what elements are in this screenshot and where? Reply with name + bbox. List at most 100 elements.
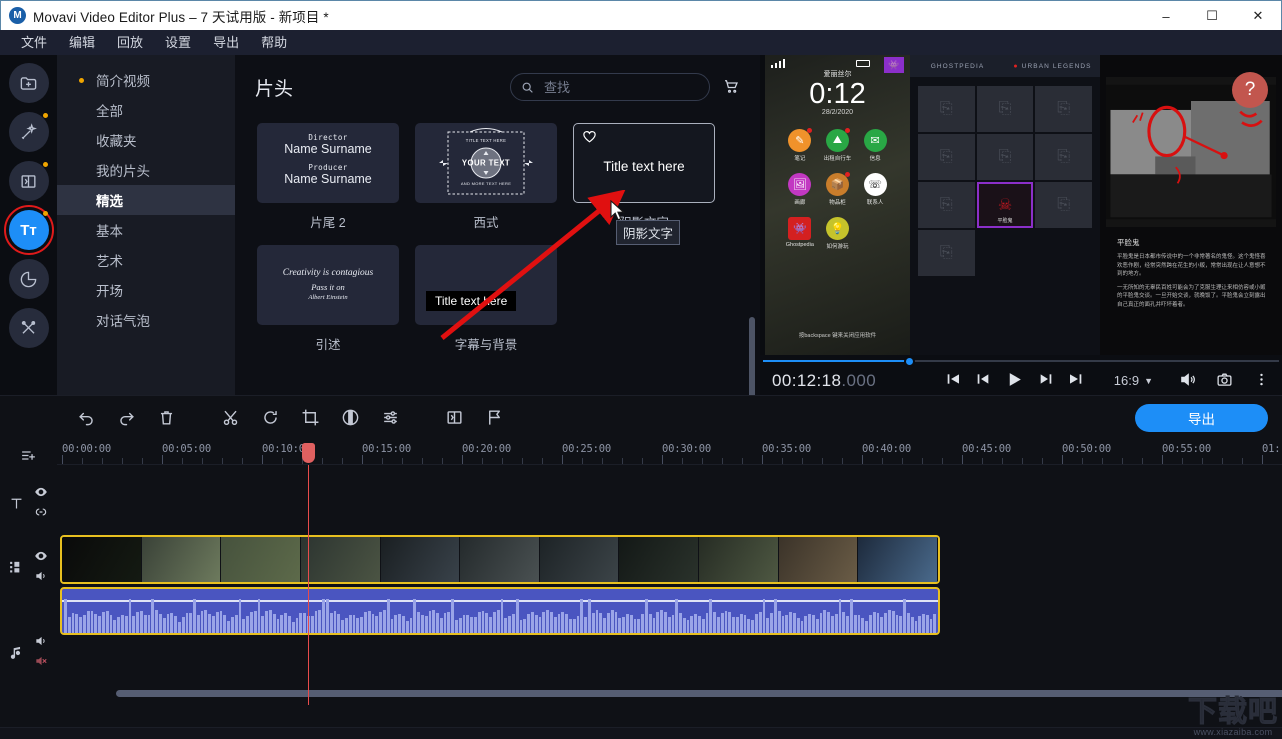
effects-button[interactable]	[8, 112, 49, 152]
clip-group[interactable]	[60, 535, 940, 635]
waveform-bar	[846, 616, 849, 633]
favorite-heart-icon[interactable]	[582, 130, 597, 146]
maximize-button[interactable]: ☐	[1189, 1, 1235, 31]
stickers-button[interactable]	[8, 259, 49, 299]
category-featured[interactable]: 精选	[57, 185, 235, 215]
skip-start-icon[interactable]	[945, 371, 961, 390]
speaker-icon[interactable]	[34, 634, 48, 651]
audio-clip[interactable]	[60, 587, 940, 635]
step-forward-icon[interactable]	[1038, 371, 1054, 390]
category-my-titles[interactable]: 我的片头	[57, 155, 235, 185]
preview-seek-bar[interactable]	[760, 355, 1282, 367]
playhead-handle[interactable]	[302, 443, 315, 463]
template-thumbnail[interactable]: TITLE TEXT HERE YOUR TEXT AND MORE TEXT …	[415, 123, 557, 203]
menu-help[interactable]: 帮助	[250, 30, 298, 55]
waveform-bar	[212, 616, 215, 633]
timeline-body[interactable]: 00:00:00 00:05:00 00:10:00 00:15:00 00:2…	[57, 439, 1282, 727]
search-box[interactable]	[510, 73, 710, 101]
shopping-cart-icon[interactable]	[722, 77, 740, 98]
menu-settings[interactable]: 设置	[154, 30, 202, 55]
template-thumbnail[interactable]: Title text here	[573, 123, 715, 203]
clip-marker-right[interactable]	[937, 589, 938, 592]
import-media-button[interactable]	[8, 63, 49, 103]
category-artistic[interactable]: 艺术	[57, 245, 235, 275]
menu-export[interactable]: 导出	[202, 30, 250, 55]
category-favorites[interactable]: 收藏夹	[57, 125, 235, 155]
category-intro-videos[interactable]: 简介视频	[57, 65, 235, 95]
template-card-lower-third[interactable]: Title text here 字幕与背景	[415, 245, 557, 353]
transitions-button[interactable]	[8, 161, 49, 201]
video-clip[interactable]	[60, 535, 940, 584]
video-canvas[interactable]: 👾 爱丽丝尔 0:12 28/2/2020 ✎ 笔记 ⛰ 出租自行车 ✉ 信息	[760, 55, 1282, 355]
add-track-icon[interactable]	[20, 447, 37, 464]
template-thumbnail[interactable]: Director Name Surname Producer Name Surn…	[257, 123, 399, 203]
template-thumbnail[interactable]: Title text here	[415, 245, 557, 325]
cut-button[interactable]	[210, 398, 250, 438]
app-icon: 📦	[825, 172, 850, 197]
waveform-bar	[193, 599, 196, 633]
app-logo-icon: M	[9, 7, 26, 24]
phone-app: ☏ 联系人	[856, 173, 894, 206]
rotate-button[interactable]	[250, 398, 290, 438]
skip-end-icon[interactable]	[1068, 371, 1084, 390]
snapshot-camera-icon[interactable]	[1216, 371, 1233, 391]
phone-app: ✉ 信息	[856, 129, 894, 162]
seek-handle[interactable]	[904, 356, 915, 367]
speaker-icon[interactable]	[34, 569, 48, 586]
menu-playback[interactable]: 回放	[106, 30, 154, 55]
category-opening[interactable]: 开场	[57, 275, 235, 305]
waveform-bar	[291, 621, 295, 633]
menu-file[interactable]: 文件	[10, 30, 58, 55]
template-thumbnail[interactable]: Creativity is contagious Pass it on Albe…	[257, 245, 399, 325]
timeline-ruler[interactable]: 00:00:00 00:05:00 00:10:00 00:15:00 00:2…	[57, 439, 1282, 465]
waveform-bar	[637, 619, 641, 633]
waveform-bar	[500, 599, 504, 633]
titles-button[interactable]: Tт	[3, 205, 54, 255]
minimize-button[interactable]: –	[1143, 1, 1189, 31]
clip-frame	[300, 537, 381, 582]
clip-marker-left[interactable]	[62, 589, 63, 592]
speaker-muted-icon[interactable]	[34, 654, 48, 671]
export-button[interactable]: 导出	[1135, 403, 1268, 432]
step-back-icon[interactable]	[975, 371, 991, 390]
app-label: 物品柜	[829, 200, 846, 207]
timeline-horizontal-scrollbar[interactable]	[116, 690, 1282, 697]
volume-icon[interactable]	[1179, 371, 1196, 391]
category-label: 开场	[96, 284, 123, 299]
crop-button[interactable]	[290, 398, 330, 438]
link-icon[interactable]	[34, 505, 48, 522]
eye-icon[interactable]	[34, 549, 48, 566]
waveform-bar	[755, 614, 758, 633]
template-card-quote[interactable]: Creativity is contagious Pass it on Albe…	[257, 245, 399, 353]
app-icon: 💡	[825, 217, 849, 241]
tools-button[interactable]	[8, 308, 49, 348]
category-speech-bubbles[interactable]: 对话气泡	[57, 305, 235, 335]
credits-role: Director	[308, 133, 348, 142]
search-input[interactable]	[544, 79, 699, 95]
browser-scrollbar[interactable]	[749, 317, 755, 395]
ruler-tick	[62, 455, 63, 464]
waveform-bar	[117, 616, 120, 633]
category-basic[interactable]: 基本	[57, 215, 235, 245]
waveform-bar	[382, 610, 386, 633]
template-card-shadow-text[interactable]: Title text here 阴影文字	[573, 123, 715, 231]
template-card-western[interactable]: TITLE TEXT HERE YOUR TEXT AND MORE TEXT …	[415, 123, 557, 231]
color-adjust-button[interactable]	[330, 398, 370, 438]
ruler-tick	[562, 455, 563, 464]
delete-button[interactable]	[146, 398, 186, 438]
play-icon[interactable]	[1005, 370, 1024, 392]
more-options-icon[interactable]	[1253, 371, 1270, 391]
eye-icon[interactable]	[34, 485, 48, 502]
aspect-ratio-selector[interactable]: 16:9 ▼	[1114, 373, 1153, 388]
template-card-credits[interactable]: Director Name Surname Producer Name Surn…	[257, 123, 399, 231]
transition-wizard-button[interactable]	[434, 398, 474, 438]
redo-button[interactable]	[106, 398, 146, 438]
waveform-bar	[789, 612, 792, 633]
category-all[interactable]: 全部	[57, 95, 235, 125]
marker-button[interactable]	[474, 398, 514, 438]
properties-button[interactable]	[370, 398, 410, 438]
undo-button[interactable]	[66, 398, 106, 438]
ruler-tick	[882, 458, 883, 464]
menu-edit[interactable]: 编辑	[58, 30, 106, 55]
close-button[interactable]: ✕	[1235, 1, 1281, 31]
